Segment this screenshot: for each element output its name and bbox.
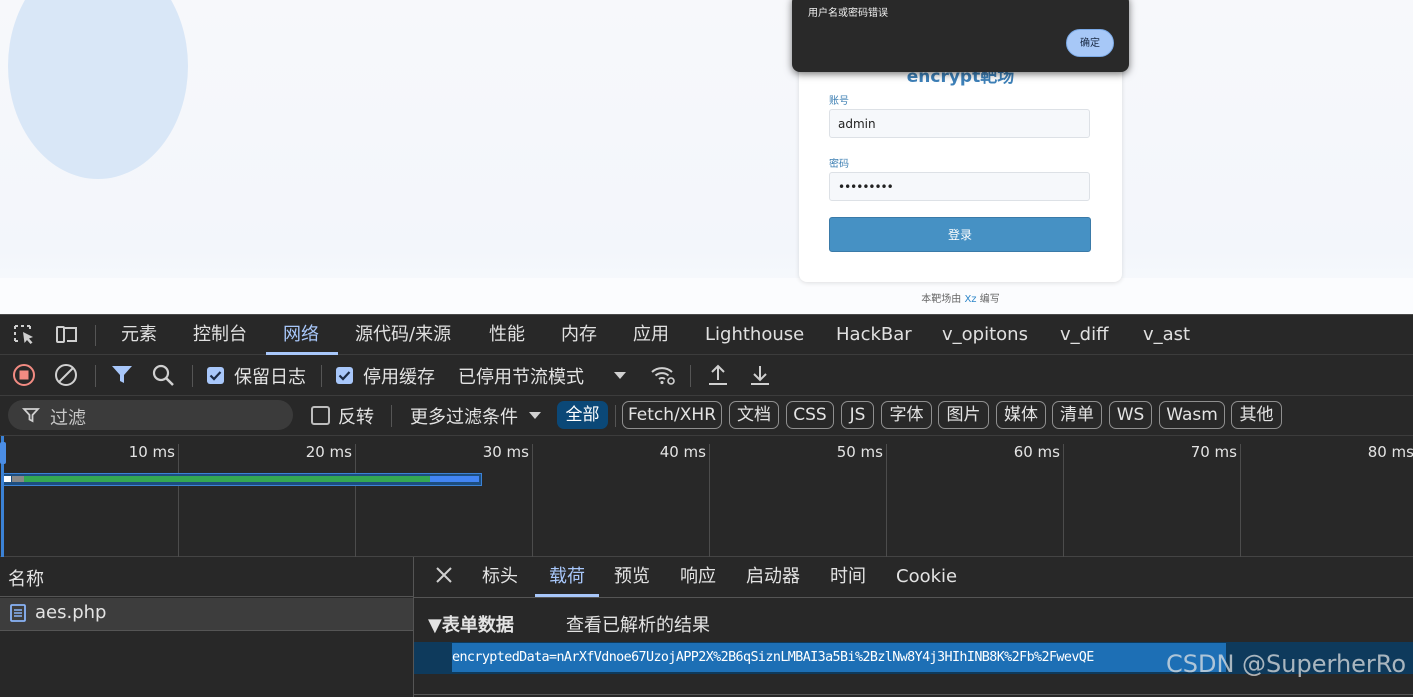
tab-initiator[interactable]: 启动器: [746, 557, 800, 597]
export-har-icon[interactable]: [748, 363, 772, 392]
background-circle: [8, 0, 188, 179]
throttling-select[interactable]: 已停用节流模式: [458, 363, 584, 389]
alert-message: 用户名或密码错误: [808, 8, 888, 19]
alert-ok-button[interactable]: 确定: [1066, 29, 1114, 57]
import-har-icon[interactable]: [706, 363, 730, 392]
tab-lighthouse[interactable]: Lighthouse: [705, 315, 804, 355]
username-label: 账号: [829, 96, 849, 107]
devtools-panel: 元素 控制台 网络 源代码/来源 性能 内存 应用 Lighthouse Hac…: [0, 314, 1413, 697]
devtools-tabbar: 元素 控制台 网络 源代码/来源 性能 内存 应用 Lighthouse Hac…: [0, 314, 1413, 355]
filter-chip-css[interactable]: CSS: [786, 401, 834, 429]
tab-application[interactable]: 应用: [633, 315, 669, 355]
watermark: CSDN @SuperherRo: [1166, 650, 1407, 678]
author-link[interactable]: Xz: [964, 294, 976, 305]
tab-v-ast[interactable]: v_ast: [1143, 315, 1190, 355]
tick-label: 50 ms: [836, 443, 883, 461]
filter-bar: 过滤 反转 更多过滤条件 全部 Fetch/XHR 文档 CSS JS 字体 图…: [0, 396, 1413, 436]
tick-label: 80 ms: [1367, 443, 1413, 461]
network-conditions-icon[interactable]: [650, 363, 676, 392]
view-parsed-button[interactable]: 查看已解析的结果: [566, 611, 710, 637]
filter-chip-all[interactable]: 全部: [557, 401, 608, 429]
filter-chip-js[interactable]: JS: [841, 401, 874, 429]
alert-dialog: 用户名或密码错误 确定: [792, 0, 1129, 72]
invert-checkbox[interactable]: [311, 406, 330, 425]
tab-console[interactable]: 控制台: [193, 315, 247, 355]
name-column-header[interactable]: 名称: [0, 557, 413, 597]
disable-cache-label: 停用缓存: [363, 367, 435, 388]
more-filters-dropdown[interactable]: 更多过滤条件: [410, 403, 518, 429]
filter-chip-manifest[interactable]: 清单: [1052, 401, 1102, 429]
username-input[interactable]: admin: [829, 109, 1090, 138]
active-detail-tab-indicator: [535, 594, 599, 597]
tick-label: 30 ms: [482, 443, 529, 461]
login-button[interactable]: 登录: [829, 217, 1091, 252]
document-icon: [10, 604, 26, 626]
tab-network[interactable]: 网络: [283, 315, 319, 355]
request-waterfall-bar: [3, 473, 482, 486]
tab-v-diff[interactable]: v_diff: [1060, 315, 1108, 355]
filter-chip-ws[interactable]: WS: [1109, 401, 1152, 429]
filter-chip-media[interactable]: 媒体: [996, 401, 1046, 429]
tab-headers[interactable]: 标头: [482, 557, 518, 597]
payload-text[interactable]: encryptedData=nArXfVdnoe67UzojAPP2X%2B6q…: [452, 643, 1226, 672]
timeline-drag-handle[interactable]: [0, 442, 6, 464]
tab-cookies[interactable]: Cookie: [896, 557, 957, 597]
tick-label: 70 ms: [1190, 443, 1237, 461]
tick-label: 10 ms: [128, 443, 175, 461]
record-stop-icon[interactable]: [12, 363, 36, 392]
tab-hackbar[interactable]: HackBar: [836, 315, 912, 355]
more-filters-chevron-icon[interactable]: [527, 407, 543, 428]
filter-chip-doc[interactable]: 文档: [729, 401, 779, 429]
detail-tabbar: 标头 载荷 预览 响应 启动器 时间 Cookie: [414, 557, 1413, 598]
filter-icon: [21, 406, 41, 428]
footer-note: 本靶场由 Xz 编写: [921, 294, 1000, 305]
network-toolbar: 保留日志 停用缓存 已停用节流模式: [0, 355, 1413, 396]
request-name: aes.php: [35, 602, 107, 623]
filter-chip-fetch-xhr[interactable]: Fetch/XHR: [622, 401, 722, 429]
filter-funnel-icon[interactable]: [110, 363, 134, 392]
timeline-overview[interactable]: 10 ms 20 ms 30 ms 40 ms 50 ms 60 ms 70 m…: [0, 436, 1413, 557]
tick-label: 20 ms: [305, 443, 352, 461]
filter-chip-img[interactable]: 图片: [938, 401, 989, 429]
tab-preview[interactable]: 预览: [614, 557, 650, 597]
clear-icon[interactable]: [54, 363, 78, 392]
tick-label: 40 ms: [659, 443, 706, 461]
search-icon[interactable]: [151, 363, 175, 392]
login-card: encrypt靶场 账号 admin 密码 ••••••••• 登录: [799, 58, 1122, 282]
web-page: encrypt靶场 账号 admin 密码 ••••••••• 登录 本靶场由 …: [0, 0, 1413, 314]
request-row[interactable]: aes.php: [0, 598, 413, 630]
request-list: 名称 aes.php: [0, 557, 414, 697]
invert-label: 反转: [338, 407, 374, 428]
inspect-element-icon[interactable]: [13, 324, 37, 346]
tab-elements[interactable]: 元素: [121, 315, 157, 355]
preserve-log-checkbox[interactable]: [207, 367, 224, 384]
filter-input[interactable]: 过滤: [8, 400, 293, 430]
device-toolbar-icon[interactable]: [55, 324, 79, 346]
chevron-down-icon[interactable]: [612, 367, 628, 388]
tab-sources[interactable]: 源代码/来源: [355, 315, 451, 355]
filter-chip-wasm[interactable]: Wasm: [1159, 401, 1225, 429]
password-label: 密码: [829, 159, 849, 170]
filter-chip-font[interactable]: 字体: [881, 401, 932, 429]
form-data-section-toggle[interactable]: ▼表单数据: [428, 611, 514, 637]
disable-cache-checkbox[interactable]: [336, 367, 353, 384]
tick-label: 60 ms: [1013, 443, 1060, 461]
close-icon[interactable]: [435, 566, 453, 588]
tab-payload[interactable]: 载荷: [549, 557, 585, 597]
tab-response[interactable]: 响应: [680, 557, 716, 597]
tab-memory[interactable]: 内存: [561, 315, 597, 355]
password-input[interactable]: •••••••••: [829, 172, 1090, 201]
preserve-log-label: 保留日志: [234, 367, 306, 388]
filter-placeholder: 过滤: [50, 408, 86, 429]
tab-performance[interactable]: 性能: [489, 315, 525, 355]
filter-chip-other[interactable]: 其他: [1231, 401, 1282, 429]
tab-v-opitons[interactable]: v_opitons: [942, 315, 1028, 355]
tab-timing[interactable]: 时间: [830, 557, 866, 597]
